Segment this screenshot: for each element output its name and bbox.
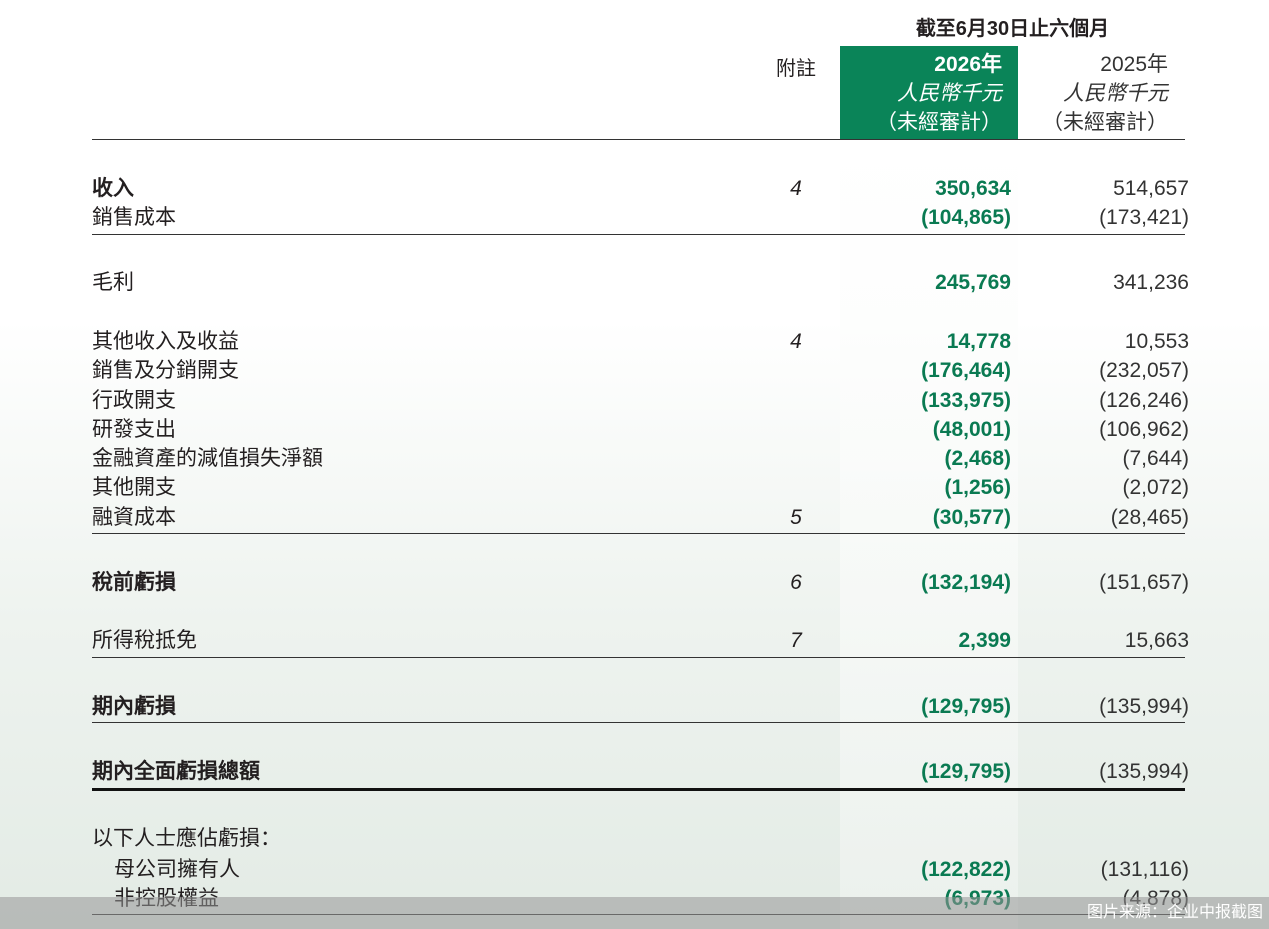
row-current-value: (2,468) — [944, 447, 1011, 470]
notes-column-header: 附註 — [776, 58, 816, 80]
table-row: 稅前虧損 6 (132,194) (151,657) — [0, 568, 1269, 598]
table-row: 期內虧損 (129,795) (135,994) — [0, 692, 1269, 722]
watermark-bar — [0, 897, 1269, 929]
prior-currency: 人民幣千元 — [1063, 82, 1168, 105]
table-row: 銷售及分銷開支 (176,464) (232,057) — [0, 356, 1269, 386]
subtotal-rule — [92, 657, 1185, 658]
row-prior-value: (135,994) — [1099, 760, 1189, 783]
prior-period-header: 2025年 人民幣千元 （未經審計） — [1006, 46, 1184, 140]
row-prior-value: (135,994) — [1099, 695, 1189, 718]
row-note: 4 — [790, 177, 802, 200]
row-current-value: (48,001) — [932, 418, 1011, 441]
row-current-value: (30,577) — [932, 506, 1011, 529]
table-row: 融資成本 5 (30,577) (28,465) — [0, 503, 1269, 533]
table-row: 收入 4 350,634 514,657 — [0, 174, 1269, 204]
current-period-header: 2026年 人民幣千元 （未經審計） — [840, 46, 1018, 140]
subtotal-rule — [92, 234, 1185, 235]
row-prior-value: (232,057) — [1099, 359, 1189, 382]
row-current-value: (176,464) — [921, 359, 1011, 382]
row-current-value: (122,822) — [921, 858, 1011, 881]
table-row: 其他開支 (1,256) (2,072) — [0, 473, 1269, 503]
row-label: 銷售成本 — [92, 206, 176, 229]
row-prior-value: 10,553 — [1124, 330, 1189, 353]
row-label: 金融資產的減值損失淨額 — [92, 447, 323, 470]
row-label: 其他開支 — [92, 476, 176, 499]
current-currency: 人民幣千元 — [897, 82, 1002, 105]
table-row: 其他收入及收益 4 14,778 10,553 — [0, 327, 1269, 357]
row-label: 期內全面虧損總額 — [92, 760, 260, 783]
row-current-value: 350,634 — [935, 177, 1011, 200]
table-row: 期內全面虧損總額 (129,795) (135,994) — [0, 757, 1269, 787]
table-row: 銷售成本 (104,865) (173,421) — [0, 203, 1269, 233]
row-label: 研發支出 — [92, 418, 176, 441]
row-note: 5 — [790, 506, 802, 529]
row-current-value: (129,795) — [921, 695, 1011, 718]
table-row: 金融資產的減值損失淨額 (2,468) (7,644) — [0, 444, 1269, 474]
row-prior-value: (7,644) — [1122, 447, 1189, 470]
row-label: 所得稅抵免 — [92, 629, 197, 652]
row-label: 銷售及分銷開支 — [92, 359, 239, 382]
row-label: 收入 — [92, 177, 134, 200]
row-label: 其他收入及收益 — [92, 330, 239, 353]
row-label: 融資成本 — [92, 506, 176, 529]
row-prior-value: 341,236 — [1113, 271, 1189, 294]
row-current-value: 245,769 — [935, 271, 1011, 294]
table-row: 所得稅抵免 7 2,399 15,663 — [0, 626, 1269, 656]
row-prior-value: (173,421) — [1099, 206, 1189, 229]
row-prior-value: (131,116) — [1100, 858, 1189, 881]
row-label: 毛利 — [92, 271, 134, 294]
row-note: 4 — [790, 330, 802, 353]
row-prior-value: 514,657 — [1113, 177, 1189, 200]
table-row: 以下人士應佔虧損： — [0, 824, 1269, 854]
row-current-value: 2,399 — [958, 629, 1011, 652]
image-source-watermark: 图片来源：企业中报截图 — [1086, 904, 1263, 921]
row-current-value: (1,256) — [944, 476, 1011, 499]
table-row: 母公司擁有人 (122,822) (131,116) — [0, 855, 1269, 885]
row-current-value: (104,865) — [921, 206, 1011, 229]
prior-year: 2025年 — [1100, 53, 1168, 76]
row-prior-value: 15,663 — [1124, 629, 1189, 652]
table-row: 研發支出 (48,001) (106,962) — [0, 415, 1269, 445]
row-current-value: (129,795) — [921, 760, 1011, 783]
header-rule — [92, 139, 1185, 140]
row-label: 行政開支 — [92, 389, 176, 412]
row-current-value: (133,975) — [921, 389, 1011, 412]
row-current-value: 14,778 — [946, 330, 1011, 353]
row-current-value: (132,194) — [921, 571, 1011, 594]
prior-audit-status: （未經審計） — [1042, 111, 1168, 134]
current-year: 2026年 — [934, 53, 1002, 76]
row-label: 以下人士應佔虧損： — [92, 827, 281, 850]
table-row: 行政開支 (133,975) (126,246) — [0, 386, 1269, 416]
table-row: 毛利 245,769 341,236 — [0, 268, 1269, 298]
row-prior-value: (106,962) — [1099, 418, 1189, 441]
period-title: 截至6月30日止六個月 — [915, 18, 1110, 40]
subtotal-rule — [92, 533, 1185, 534]
row-prior-value: (28,465) — [1110, 506, 1189, 529]
current-audit-status: （未經審計） — [876, 111, 1002, 134]
row-prior-value: (126,246) — [1099, 389, 1189, 412]
row-note: 7 — [790, 629, 802, 652]
total-double-rule — [92, 788, 1185, 791]
row-label: 母公司擁有人 — [114, 858, 240, 881]
current-period-column-background — [840, 140, 1018, 929]
row-prior-value: (2,072) — [1122, 476, 1189, 499]
row-label: 稅前虧損 — [92, 571, 176, 594]
row-note: 6 — [790, 571, 802, 594]
row-prior-value: (151,657) — [1099, 571, 1189, 594]
row-label: 期內虧損 — [92, 695, 176, 718]
subtotal-rule — [92, 722, 1185, 723]
